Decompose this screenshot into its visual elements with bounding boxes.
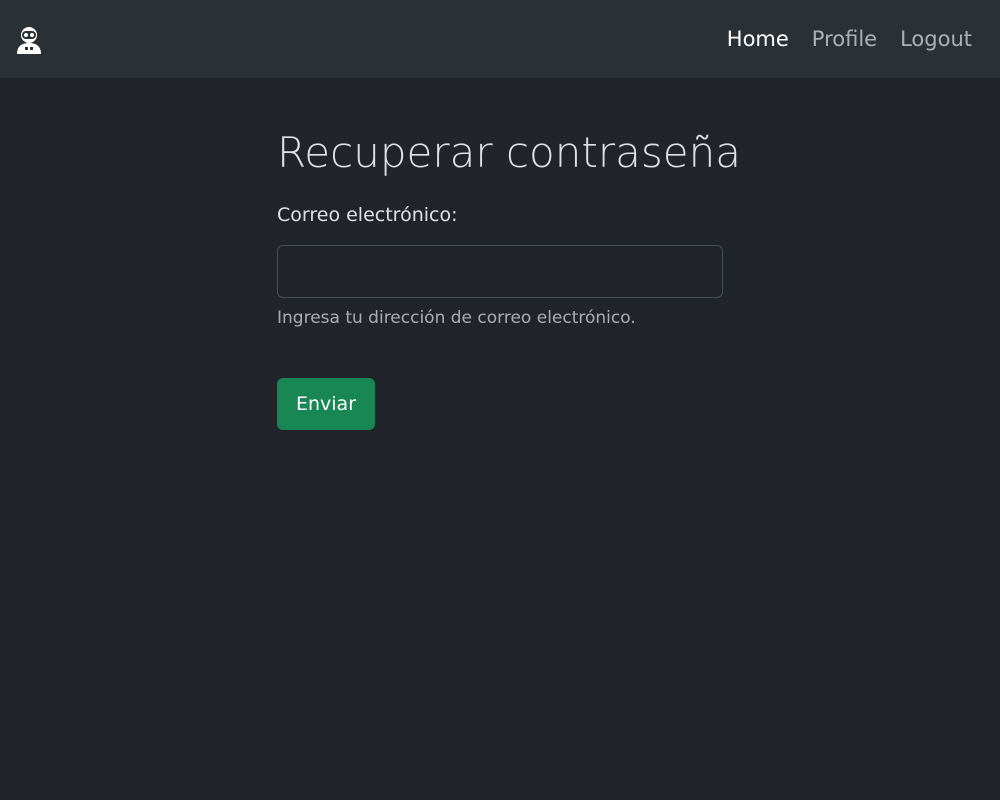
page-title: Recuperar contraseña [277,128,741,177]
nav-link-logout[interactable]: Logout [900,27,972,51]
submit-button[interactable]: Enviar [277,378,375,430]
nav-link-home[interactable]: Home [727,27,789,51]
nav-link-profile[interactable]: Profile [812,27,877,51]
nav-links: Home Profile Logout [704,0,972,78]
email-label: Correo electrónico: [277,204,458,226]
email-input[interactable] [277,245,723,298]
email-help-text: Ingresa tu dirección de correo electróni… [277,308,636,328]
top-navbar: Home Profile Logout [0,0,1000,78]
robot-avatar-icon[interactable] [16,26,42,54]
